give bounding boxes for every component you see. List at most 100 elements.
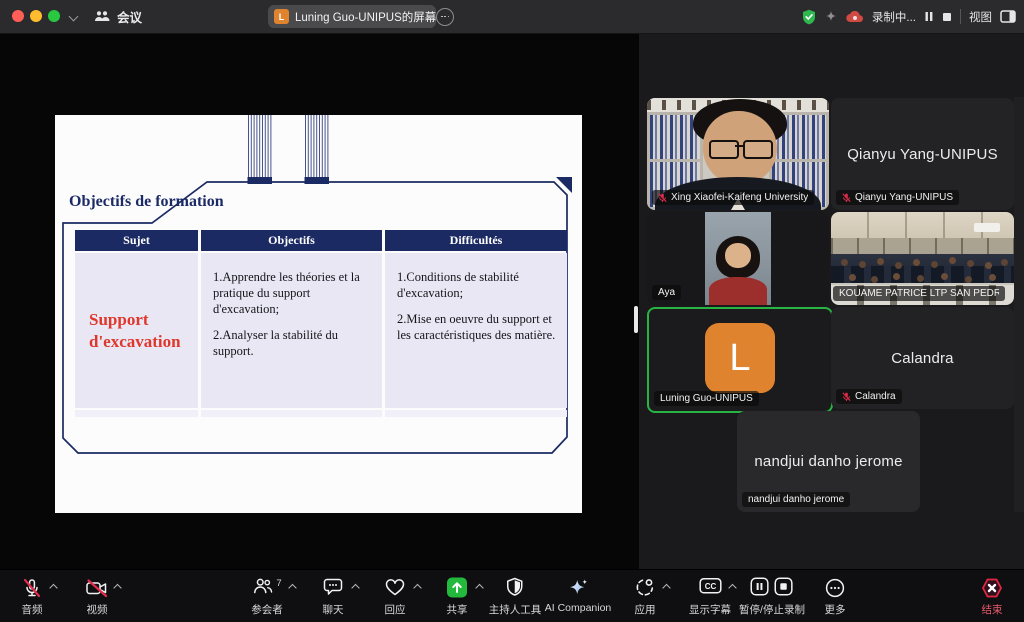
table-header-objectifs: Objectifs	[201, 230, 382, 251]
objectif-item: 2.Analyser la stabilité du support.	[213, 327, 372, 359]
video-tile-calandra[interactable]: Calandra Calandra	[831, 307, 1014, 409]
reactions-label: 回应	[385, 602, 406, 617]
table-header-sujet: Sujet	[75, 230, 198, 251]
meeting-toolbar: 音频 视频 7 参会者	[0, 569, 1024, 622]
stop-recording-button[interactable]	[942, 12, 952, 22]
participant-nametag: Xing Xiaofei-Kaifeng University	[652, 190, 814, 205]
video-button[interactable]: 视频	[85, 577, 109, 617]
cell-difficultes: 1.Conditions de stabilité d'excavation; …	[385, 253, 567, 408]
recording-cloud-icon	[846, 11, 864, 23]
video-tile-xing-xiaofei[interactable]: Xing Xiaofei-Kaifeng University	[647, 98, 829, 210]
video-tile-kouame-patrice[interactable]: KOUAME PATRICE LTP SAN PEDRO	[831, 212, 1014, 305]
close-window-button[interactable]	[12, 10, 24, 22]
participant-nametag: nandjui danho jerome	[742, 492, 850, 507]
table-empty-row	[75, 410, 567, 417]
apps-label: 应用	[635, 602, 656, 617]
apps-button[interactable]: 应用	[635, 577, 656, 617]
video-tile-luning-guo[interactable]: L Luning Guo-UNIPUS	[647, 307, 833, 413]
end-meeting-button[interactable]: 结束	[980, 577, 1004, 617]
chat-label: 聊天	[323, 602, 344, 617]
portrait-video-strip	[705, 212, 771, 305]
recording-controls-button[interactable]: 暂停/停止录制	[739, 577, 805, 617]
panel-resize-handle[interactable]	[634, 306, 638, 333]
more-ellipsis-icon	[824, 577, 846, 599]
recording-label: 暂停/停止录制	[739, 602, 805, 617]
participant-nametag: Luning Guo-UNIPUS	[654, 391, 759, 406]
apps-menu-chevron[interactable]	[664, 583, 671, 590]
screen-share-tab[interactable]: L Luning Guo-UNIPUS的屏幕	[268, 5, 436, 28]
reactions-button[interactable]: 回应	[384, 577, 406, 617]
audience-heads	[841, 259, 848, 266]
video-menu-chevron[interactable]	[115, 583, 122, 590]
host-tools-label: 主持人工具	[489, 602, 542, 617]
participant-name: Luning Guo-UNIPUS	[660, 393, 753, 404]
participant-nametag: Calandra	[836, 389, 902, 404]
glasses-bridge	[735, 145, 744, 147]
audio-button[interactable]: 音频	[21, 577, 43, 617]
heart-icon	[384, 577, 406, 597]
participant-name: Qianyu Yang-UNIPUS	[855, 192, 953, 203]
recording-status: 录制中...	[872, 9, 916, 25]
sparkle-icon[interactable]	[824, 10, 838, 24]
stop-recording-icon[interactable]	[774, 577, 793, 596]
meeting-label: 会议	[117, 7, 142, 26]
participant-nametag: KOUAME PATRICE LTP SAN PEDRO	[833, 286, 1005, 301]
presentation-slide: Objectifs de formation Sujet Objectifs D…	[55, 115, 582, 513]
view-button[interactable]: 视图	[969, 9, 992, 25]
audio-menu-chevron[interactable]	[51, 583, 58, 590]
captions-button[interactable]: CC 显示字幕	[689, 577, 731, 617]
participant-name: Calandra	[855, 391, 896, 402]
cell-objectifs: 1.Apprendre les théories et la pratique …	[201, 253, 382, 408]
video-tile-nandjui[interactable]: nandjui danho jerome nandjui danho jerom…	[737, 411, 920, 512]
ai-companion-sparkle-icon	[566, 577, 589, 599]
apps-icon	[635, 577, 656, 598]
muted-camera-icon	[85, 577, 109, 599]
minimize-window-button[interactable]	[30, 10, 42, 22]
share-screen-button[interactable]: 共享	[447, 577, 468, 617]
participant-nametag: Qianyu Yang-UNIPUS	[836, 190, 959, 205]
muted-mic-icon	[21, 577, 43, 599]
chat-menu-chevron[interactable]	[353, 583, 360, 590]
more-label: 更多	[825, 602, 846, 617]
reactions-menu-chevron[interactable]	[415, 583, 422, 590]
more-button[interactable]: 更多	[824, 577, 846, 617]
share-label: 共享	[447, 602, 468, 617]
table-header-difficultes: Difficultés	[385, 230, 567, 251]
participants-button[interactable]: 7 参会者	[251, 577, 283, 617]
panel-scrollbar[interactable]	[1014, 97, 1024, 512]
chat-button[interactable]: 聊天	[323, 577, 344, 617]
ai-companion-button[interactable]: AI Companion	[545, 577, 612, 614]
participants-label: 参会者	[251, 602, 283, 617]
security-shield-icon[interactable]	[802, 9, 816, 25]
muted-mic-icon	[658, 193, 667, 203]
video-label: 视频	[87, 602, 108, 617]
slide-title: Objectifs de formation	[69, 193, 224, 211]
svg-text:CC: CC	[704, 582, 716, 591]
glasses-lens	[743, 140, 773, 159]
slide-table: Sujet Objectifs Difficultés Support d'ex…	[75, 230, 567, 417]
view-layout-icon[interactable]	[1000, 10, 1016, 23]
chevron-down-icon[interactable]	[70, 13, 78, 21]
tab-more-button[interactable]	[436, 8, 454, 26]
difficulte-item: 1.Conditions de stabilité d'excavation;	[397, 269, 557, 301]
participants-menu-chevron[interactable]	[290, 583, 297, 590]
zoom-window-button[interactable]	[48, 10, 60, 22]
video-tile-aya[interactable]: Aya	[647, 212, 829, 305]
muted-mic-icon	[842, 392, 851, 402]
cell-sujet: Support d'excavation	[75, 253, 198, 408]
share-menu-chevron[interactable]	[477, 583, 484, 590]
participants-icon	[252, 577, 273, 595]
ai-companion-label: AI Companion	[545, 602, 612, 614]
muted-mic-icon	[842, 193, 851, 203]
pause-recording-button[interactable]	[924, 11, 934, 22]
captions-menu-chevron[interactable]	[730, 583, 737, 590]
titlebar-divider	[960, 9, 961, 24]
tab-avatar: L	[274, 9, 289, 24]
difficulte-item: 2.Mise en oeuvre du support et les carac…	[397, 311, 557, 343]
pause-recording-icon[interactable]	[750, 577, 769, 596]
video-tile-qianyu-yang[interactable]: Qianyu Yang-UNIPUS Qianyu Yang-UNIPUS	[831, 98, 1014, 210]
participants-count-badge: 7	[276, 578, 281, 589]
host-tools-button[interactable]: 主持人工具	[489, 577, 542, 617]
air-conditioner	[974, 223, 1000, 232]
end-meeting-icon	[980, 577, 1004, 599]
